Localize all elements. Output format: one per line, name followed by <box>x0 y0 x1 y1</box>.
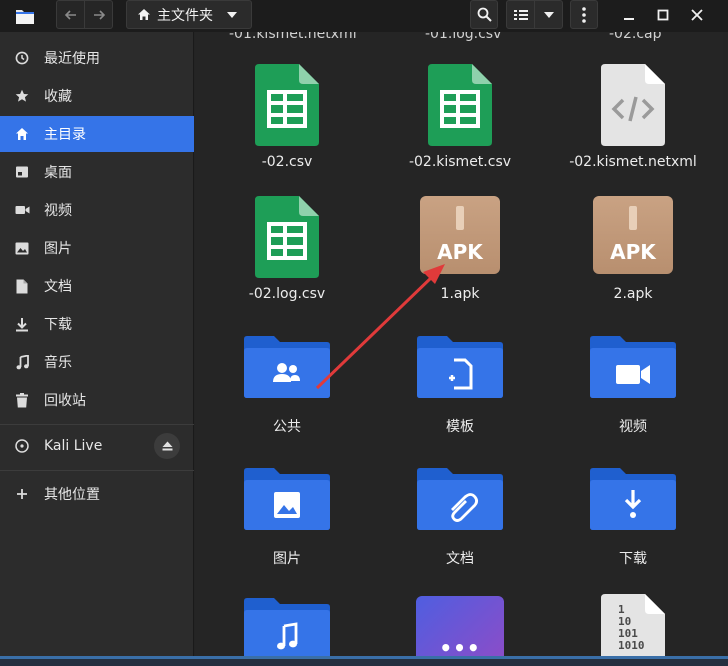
plus-icon <box>0 488 44 500</box>
scrollbar[interactable] <box>722 32 728 666</box>
sidebar-item-label: 音乐 <box>44 355 72 371</box>
maximize-button[interactable] <box>650 0 676 29</box>
chevron-down-icon <box>543 11 554 18</box>
view-dropdown-button[interactable] <box>534 1 562 28</box>
file-manager-window: 主文件夹 最近使用 收藏 主目录 桌面 视频 图片 文档 下载 音乐 回收站 K… <box>0 0 728 666</box>
document-icon <box>0 279 44 294</box>
more-vertical-icon <box>582 6 586 23</box>
desktop-icon <box>0 165 44 179</box>
star-icon <box>0 89 44 103</box>
drive-icon <box>0 439 44 453</box>
sidebar-item-label: Kali Live <box>44 438 103 454</box>
sidebar-divider <box>0 470 194 471</box>
sidebar-item-label: 主目录 <box>44 127 86 143</box>
close-icon <box>691 8 703 21</box>
path-label: 主文件夹 <box>157 7 213 24</box>
sidebar-divider <box>0 424 194 425</box>
sidebar-item-starred[interactable]: 收藏 <box>0 78 194 114</box>
back-button[interactable] <box>57 1 84 28</box>
sidebar-item-desktop[interactable]: 桌面 <box>0 154 194 190</box>
menu-button[interactable] <box>570 0 598 29</box>
home-icon <box>0 127 44 141</box>
taskbar <box>0 656 728 666</box>
download-icon <box>0 317 44 332</box>
minimize-icon <box>624 17 634 20</box>
header-bar: 主文件夹 <box>0 0 728 32</box>
close-button[interactable] <box>684 0 710 29</box>
list-view-icon <box>513 9 528 20</box>
music-icon <box>0 354 44 370</box>
folder-app-icon <box>14 5 36 27</box>
trash-icon <box>0 392 44 408</box>
sidebar-item-kali-live[interactable]: Kali Live <box>0 428 194 464</box>
sidebar-item-label: 图片 <box>44 241 72 257</box>
sidebar-item-label: 文档 <box>44 279 72 295</box>
view-options <box>506 0 563 29</box>
sidebar-item-pictures[interactable]: 图片 <box>0 230 194 266</box>
search-button[interactable] <box>470 0 498 29</box>
maximize-icon <box>657 9 669 20</box>
sidebar-item-label: 其他位置 <box>44 487 100 503</box>
path-bar-home-button[interactable]: 主文件夹 <box>126 0 252 29</box>
sidebar-item-label: 下载 <box>44 317 72 333</box>
eject-icon <box>162 441 172 451</box>
sidebar-item-label: 收藏 <box>44 89 72 105</box>
image-icon <box>0 242 44 255</box>
sidebar: 最近使用 收藏 主目录 桌面 视频 图片 文档 下载 音乐 回收站 Kali L… <box>0 32 194 666</box>
list-view-button[interactable] <box>507 1 534 28</box>
sidebar-item-downloads[interactable]: 下载 <box>0 306 194 342</box>
search-icon <box>477 7 492 22</box>
sidebar-item-label: 桌面 <box>44 165 72 181</box>
sidebar-item-other-locations[interactable]: 其他位置 <box>0 476 194 512</box>
arrow-right-icon <box>93 9 105 20</box>
video-icon <box>0 204 44 216</box>
minimize-button[interactable] <box>616 0 642 29</box>
annotation-arrow <box>315 264 445 390</box>
sidebar-item-music[interactable]: 音乐 <box>0 344 194 380</box>
sidebar-item-recent[interactable]: 最近使用 <box>0 40 194 76</box>
sidebar-item-trash[interactable]: 回收站 <box>0 382 194 418</box>
eject-button[interactable] <box>154 433 180 459</box>
forward-button[interactable] <box>84 1 112 28</box>
sidebar-item-home[interactable]: 主目录 <box>0 116 194 152</box>
sidebar-item-label: 最近使用 <box>44 51 100 67</box>
arrow-left-icon <box>64 9 76 20</box>
sidebar-item-documents[interactable]: 文档 <box>0 268 194 304</box>
sidebar-item-label: 视频 <box>44 203 72 219</box>
sidebar-item-label: 回收站 <box>44 393 86 409</box>
navigation-buttons <box>56 0 113 29</box>
chevron-down-icon <box>227 11 237 18</box>
home-icon <box>138 9 150 20</box>
file-grid: -01.kismet.netxml -01.log.csv -02.cap -0… <box>195 32 728 666</box>
clock-icon <box>0 51 44 65</box>
sidebar-item-videos[interactable]: 视频 <box>0 192 194 228</box>
